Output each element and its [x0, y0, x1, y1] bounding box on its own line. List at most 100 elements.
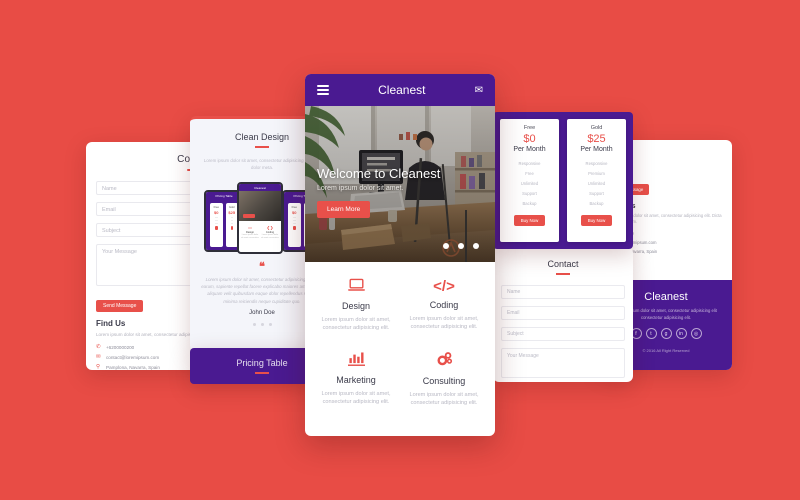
carousel-dot[interactable]	[252, 322, 256, 326]
email-field[interactable]: Email	[501, 306, 625, 320]
phone-plan-price: $0	[292, 210, 297, 215]
linkedin-icon[interactable]: in	[675, 328, 687, 339]
email-value: contact@loremipsum.com	[106, 354, 160, 360]
code-icon: ❮❯	[266, 225, 274, 230]
learn-more-button[interactable]: Learn More	[317, 201, 371, 218]
plan-name: Free	[523, 125, 536, 131]
plan-feature-list: Responsive Premium Unlimited Support Bac…	[567, 158, 626, 209]
envelope-icon: ✉	[96, 354, 101, 360]
carousel-dot-3[interactable]	[473, 243, 479, 249]
phone-buy-button[interactable]	[293, 226, 296, 230]
plan-name: Gold	[590, 125, 603, 131]
buy-now-button[interactable]: Buy Now	[580, 214, 613, 226]
phone-feature-text: Lorem ipsum dolor sit amet consectetur	[261, 234, 279, 239]
feature-title: Marketing	[336, 374, 376, 385]
carousel-dot[interactable]	[260, 322, 264, 326]
title-underline	[556, 273, 570, 275]
gears-glyph	[436, 351, 452, 366]
phone-feature: ▭ Design Lorem ipsum dolor sit amet cons…	[241, 225, 259, 240]
plan-period: Per Month	[580, 146, 613, 153]
feature-marketing: Marketing Lorem ipsum dolor sit amet, co…	[315, 351, 397, 408]
phone-feature: ❮❯ Coding Lorem ipsum dolor sit amet con…	[261, 225, 279, 240]
carousel-dot-2[interactable]	[458, 243, 464, 249]
google-icon[interactable]: g	[660, 328, 672, 339]
title-underline	[255, 146, 269, 148]
envelope-icon[interactable]: ✉	[475, 85, 483, 96]
address-value: Pamplona, Navarra, Spain	[106, 364, 160, 370]
plan-feature: Unlimited	[587, 180, 606, 186]
laptop-glyph	[347, 278, 365, 291]
plan-feature: Support	[522, 191, 537, 197]
main-hero: Welcome to Cleanest Lorem ipsum dolor si…	[305, 106, 495, 262]
laptop-icon	[315, 278, 397, 296]
map-pin-icon: ⚲	[96, 364, 101, 370]
composition-stage: Contact Name Email Subject Your Message …	[0, 0, 800, 500]
plan-feature: Unlimited	[520, 180, 539, 186]
phone-plan-card: Free $0	[288, 203, 301, 247]
plan-feature: Free	[525, 170, 534, 176]
pricing-card-gold: Gold $25 Per Month Responsive Premium Un…	[567, 119, 626, 242]
feature-title: Consulting	[422, 375, 466, 386]
phone-pricing-title: Pricing Table	[215, 193, 233, 198]
plan-feature: Responsive	[518, 160, 541, 166]
phone-plan-card: Free $0	[210, 203, 223, 247]
gears-icon	[403, 351, 485, 371]
phone-brand: Cleanest	[254, 185, 266, 190]
phone-buy-button[interactable]	[215, 226, 218, 230]
plan-feature: Support	[589, 191, 604, 197]
phone-icon: ✆	[96, 344, 101, 350]
laptop-icon: ▭	[248, 225, 252, 230]
buy-now-button[interactable]: Buy Now	[513, 214, 546, 226]
phone-features: ▭ Design Lorem ipsum dolor sit amet cons…	[239, 221, 281, 244]
carousel-dot[interactable]	[268, 322, 272, 326]
hamburger-icon[interactable]	[317, 84, 329, 96]
feature-design: Design Lorem ipsum dolor sit amet, conse…	[315, 278, 397, 333]
code-icon: </>	[433, 278, 455, 295]
phone-plan-name: Free	[213, 206, 219, 209]
main-navbar: Cleanest ✉	[305, 74, 495, 106]
phone-mockup-center: Cleanest ▭ Design Lorem ipsum dolor sit …	[237, 182, 283, 254]
plan-feature-list: Responsive Free Unlimited Support Backup	[500, 158, 559, 209]
plan-feature: Premium	[588, 170, 605, 176]
plan-price: $25	[587, 133, 606, 145]
feature-text: Lorem ipsum dolor sit amet, consectetur …	[409, 391, 479, 407]
name-field[interactable]: Name	[501, 285, 625, 299]
feature-text: Lorem ipsum dolor sit amet, consectetur …	[321, 317, 391, 332]
title-underline	[255, 372, 269, 374]
phone-buy-button[interactable]	[230, 226, 233, 230]
feature-text: Lorem ipsum dolor sit amet, consectetur …	[321, 390, 391, 406]
panel-contact-right: Contact Name Email Subject Your Message	[493, 247, 633, 382]
phone-plan-name: Gold	[229, 206, 235, 209]
hero-subheading: Lorem ipsum dolor sit amet.	[317, 185, 404, 192]
plan-period: Per Month	[513, 146, 546, 153]
message-textarea[interactable]: Your Message	[501, 348, 625, 378]
instagram-icon[interactable]: ◎	[690, 328, 702, 339]
hero-heading: Welcome to Cleanest	[317, 166, 441, 181]
phone-plan-name: Free	[291, 206, 297, 209]
feature-title: Design	[341, 301, 370, 311]
contact-right-title: Contact	[547, 259, 579, 269]
bar-chart-glyph	[347, 352, 365, 366]
phone-navbar: Cleanest	[239, 184, 281, 191]
phone-cta-button[interactable]	[243, 214, 255, 218]
phone-hero-image	[239, 191, 281, 221]
panel-pricing-cards: Free $0 Per Month Responsive Free Unlimi…	[493, 112, 633, 249]
phone-value: +6200000200	[106, 344, 135, 350]
phone-feature-text: Lorem ipsum dolor sit amet consectetur	[241, 234, 259, 239]
main-features-grid: Design Lorem ipsum dolor sit amet, conse…	[305, 262, 495, 426]
hero-text-block: Welcome to Cleanest Lorem ipsum dolor si…	[317, 166, 440, 218]
main-brand: Cleanest	[378, 83, 426, 97]
carousel-dot-1[interactable]	[443, 243, 449, 249]
subject-field[interactable]: Subject	[501, 327, 625, 341]
phone-plan-price: $0	[214, 210, 219, 215]
phone-plan-price: $25	[228, 210, 236, 215]
plan-feature: Backup	[589, 201, 604, 207]
send-message-button[interactable]: Send Message	[96, 300, 144, 312]
feature-title: Coding	[429, 300, 459, 310]
pricing-card-free: Free $0 Per Month Responsive Free Unlimi…	[500, 119, 559, 242]
plan-price: $0	[523, 133, 536, 145]
hero-carousel-dots[interactable]	[443, 243, 479, 249]
feature-text: Lorem ipsum dolor sit amet, consectetur …	[409, 316, 479, 331]
twitter-icon[interactable]: t	[645, 328, 657, 339]
feature-coding: </> Coding Lorem ipsum dolor sit amet, c…	[403, 278, 485, 333]
